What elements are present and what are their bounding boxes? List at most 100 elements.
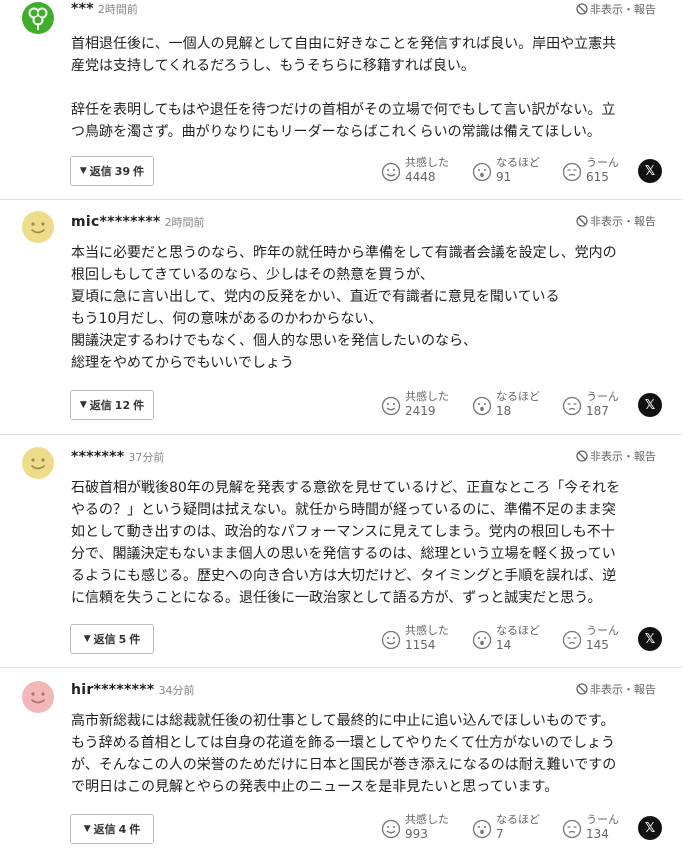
insight-reaction[interactable]: なるほど 18 <box>472 390 540 419</box>
smile-face-icon <box>381 630 401 650</box>
reply-count: 39 <box>114 164 131 178</box>
comment-line: 分で、閣議決定もないまま個人の思いを発信するのは、総理という立場を軽く扱ってい <box>71 546 616 562</box>
username-text[interactable]: mic******** <box>71 214 161 230</box>
comment-line: で明日はこの見解とやらの発表中止のニュースを是非見たいと思っています。 <box>71 779 559 795</box>
insight-label: なるほど <box>496 156 540 169</box>
insight-count: 18 <box>496 404 512 418</box>
reply-toggle-button[interactable]: ▼ 返信 4 件 <box>70 814 154 844</box>
comment-body: 本当に必要だと思うのなら、昨年の就任時から準備をして有識者会議を設定し、党内の … <box>71 242 671 374</box>
username-text[interactable]: ******* <box>71 449 124 465</box>
insight-count: 7 <box>496 827 504 841</box>
empathy-reaction[interactable]: 共感した 1154 <box>381 624 449 653</box>
comment-item: ******* 37分前 非表示・報告 石破首相が戦後80年の見解を発表する意欲を… <box>0 435 683 668</box>
smiley-avatar[interactable] <box>22 447 54 479</box>
comment-line: 首相退任後に、一個人の見解として自由に好きなことを発信すれば良い。岸田や立憲共 <box>71 36 617 52</box>
comment-body: 首相退任後に、一個人の見解として自由に好きなことを発信すれば良い。岸田や立憲共 … <box>71 33 671 143</box>
timestamp: 37分前 <box>128 451 165 464</box>
hmm-reaction[interactable]: うーん 145 <box>562 624 619 653</box>
comment-line: もう10月だし、何の意味があるのかわからない、 <box>71 311 383 327</box>
reply-prefix: 返信 <box>89 165 112 178</box>
reply-toggle-button[interactable]: ▼ 返信 39 件 <box>70 156 154 186</box>
hide-report-link[interactable]: 非表示・報告 <box>576 681 656 697</box>
empathy-count: 4448 <box>405 170 436 184</box>
hmm-count: 145 <box>586 638 609 652</box>
hmm-reaction[interactable]: うーん 187 <box>562 390 619 419</box>
empathy-reaction[interactable]: 共感した 993 <box>381 813 449 842</box>
comment-line: るようにも感じる。歴史への向き合い方は大切だけど、タイミングと手順を誤れば、逆 <box>71 568 617 584</box>
comment-line: 辞任を表明してもはや退任を待つだけの首相がその立場で何でもして言い訳がない。立 <box>71 102 616 118</box>
hmm-reaction[interactable]: うーん 615 <box>562 156 619 185</box>
reply-toggle-button[interactable]: ▼ 返信 5 件 <box>70 624 154 654</box>
thinking-face-icon <box>562 630 582 650</box>
comment-line: やるの？」という疑問は拭えない。就任から時間が経っているのに、準備不足のまま突 <box>71 502 616 518</box>
thinking-face-icon <box>562 819 582 839</box>
empathy-reaction[interactable]: 共感した 2419 <box>381 390 449 419</box>
insight-label: なるほど <box>496 624 540 637</box>
comment-line: 如として動き出すのは、政治的なパフォーマンスに見えてしまう。党内の根回しも不十 <box>71 524 615 540</box>
username-text[interactable]: hir******** <box>71 682 155 698</box>
reply-prefix: 返信 <box>93 633 116 646</box>
x-share-icon[interactable]: 𝕏 <box>638 393 662 417</box>
empathy-reaction[interactable]: 共感した 4448 <box>381 156 449 185</box>
reply-suffix: 件 <box>133 165 145 178</box>
triangle-down-icon: ▼ <box>83 634 91 644</box>
comment-line: 高市新総裁には総裁就任後の初仕事として最終的に中止に追い込んでほしいものです。 <box>71 713 615 729</box>
timestamp: 34分前 <box>158 684 195 697</box>
reply-count: 12 <box>114 398 131 412</box>
empathy-count: 1154 <box>405 638 436 652</box>
hmm-count: 187 <box>586 404 609 418</box>
clover-avatar[interactable] <box>22 2 54 34</box>
report-label[interactable]: 非表示・報告 <box>590 448 656 464</box>
username[interactable]: ******* 37分前 <box>71 449 164 465</box>
hmm-count: 134 <box>586 827 609 841</box>
username[interactable]: *** 2時間前 <box>71 1 138 17</box>
triangle-down-icon: ▼ <box>83 824 91 834</box>
reply-count: 4 <box>118 822 127 836</box>
reply-prefix: 返信 <box>93 823 116 836</box>
smile-face-icon <box>381 162 401 182</box>
hide-report-link[interactable]: 非表示・報告 <box>576 448 656 464</box>
username[interactable]: mic******** 2時間前 <box>71 214 205 230</box>
insight-count: 91 <box>496 170 512 184</box>
smiley-pink-avatar[interactable] <box>22 681 54 713</box>
empathy-label: 共感した <box>405 390 449 403</box>
comment-item: mic******** 2時間前 非表示・報告 本当に必要だと思うのなら、昨年の就… <box>0 200 683 435</box>
report-label[interactable]: 非表示・報告 <box>590 1 656 17</box>
x-share-icon[interactable]: 𝕏 <box>638 816 662 840</box>
empathy-count: 993 <box>405 827 428 841</box>
smiley-avatar[interactable] <box>22 211 54 243</box>
timestamp: 2時間前 <box>97 3 138 16</box>
smile-face-icon <box>381 819 401 839</box>
username-text[interactable]: *** <box>71 1 94 17</box>
hmm-label: うーん <box>586 813 619 826</box>
x-share-icon[interactable]: 𝕏 <box>638 627 662 651</box>
empathy-label: 共感した <box>405 813 449 826</box>
reply-prefix: 返信 <box>89 399 112 412</box>
hmm-reaction[interactable]: うーん 134 <box>562 813 619 842</box>
reply-suffix: 件 <box>129 823 141 836</box>
x-share-icon[interactable]: 𝕏 <box>638 159 662 183</box>
hide-report-link[interactable]: 非表示・報告 <box>576 1 656 17</box>
hmm-label: うーん <box>586 624 619 637</box>
thinking-face-icon <box>562 162 582 182</box>
insight-reaction[interactable]: なるほど 7 <box>472 813 540 842</box>
comment-line: 本当に必要だと思うのなら、昨年の就任時から準備をして有識者会議を設定し、党内の <box>71 245 617 261</box>
triangle-down-icon: ▼ <box>79 400 87 410</box>
report-label[interactable]: 非表示・報告 <box>590 681 656 697</box>
thinking-face-icon <box>562 396 582 416</box>
comment-line: つ鳥跡を濁さず。曲がりなりにもリーダーならばこれくらいの常識は備えてほしい。 <box>71 124 601 140</box>
comment-line: 閣議決定するわけでもなく、個人的な思いを発信したいのなら、 <box>71 333 477 349</box>
insight-reaction[interactable]: なるほど 14 <box>472 624 540 653</box>
comment-line: 石破首相が戦後80年の見解を発表する意欲を見せているけど、正直なところ「今それを <box>71 480 621 496</box>
comment-body: 高市新総裁には総裁就任後の初仕事として最終的に中止に追い込んでほしいものです。 … <box>71 710 671 798</box>
empathy-label: 共感した <box>405 156 449 169</box>
username[interactable]: hir******** 34分前 <box>71 682 195 698</box>
report-label[interactable]: 非表示・報告 <box>590 213 656 229</box>
empathy-label: 共感した <box>405 624 449 637</box>
comment-line: 産党は支持してくれるだろうし、もうそちらに移籍すれば良い。 <box>71 58 475 74</box>
hide-report-link[interactable]: 非表示・報告 <box>576 213 656 229</box>
insight-reaction[interactable]: なるほど 91 <box>472 156 540 185</box>
reply-toggle-button[interactable]: ▼ 返信 12 件 <box>70 390 154 420</box>
block-icon <box>576 3 588 15</box>
block-icon <box>576 450 588 462</box>
